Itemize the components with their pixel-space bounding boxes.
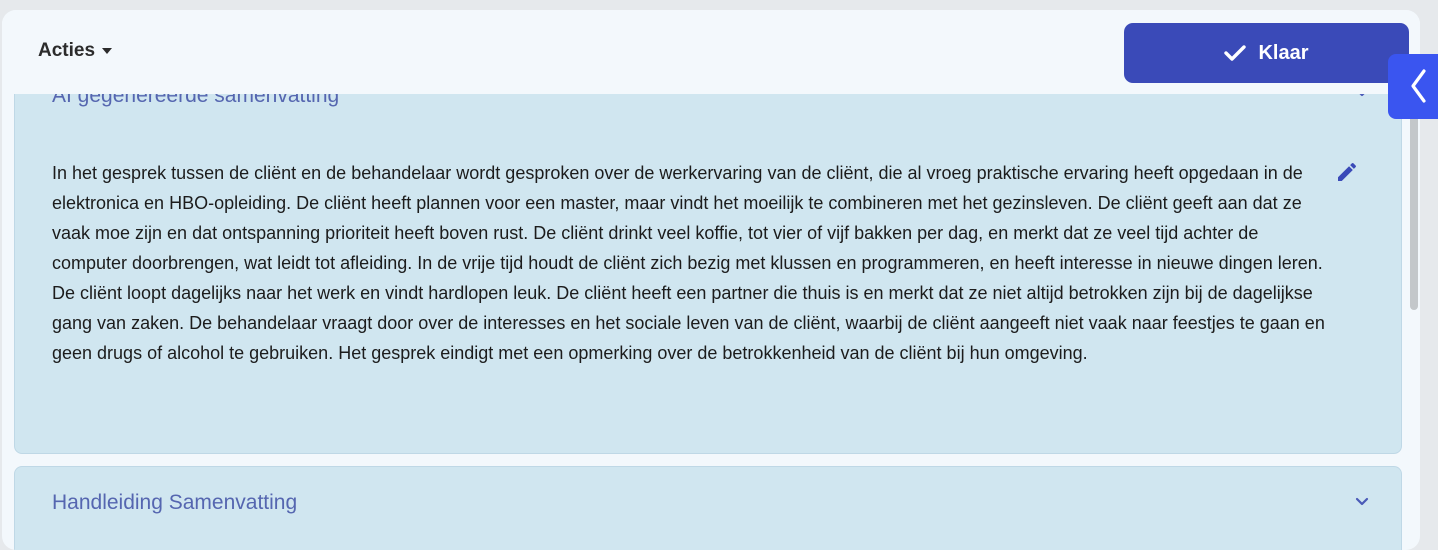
ai-summary-text: In het gesprek tussen de cliënt en de be…: [52, 163, 1325, 363]
pencil-icon[interactable]: [1335, 160, 1359, 184]
chevron-left-icon: [1411, 69, 1426, 103]
actions-dropdown[interactable]: Acties: [38, 40, 113, 62]
toolbar: Acties Klaar: [2, 10, 1420, 94]
chevron-down-icon[interactable]: [1355, 495, 1369, 509]
main-panel: AI gegenereerde samenvatting In het gesp…: [2, 10, 1420, 550]
manual-summary-title[interactable]: Handleiding Samenvatting: [52, 491, 297, 515]
done-label: Klaar: [1258, 41, 1309, 64]
actions-label: Acties: [38, 40, 96, 61]
side-panel-toggle[interactable]: [1388, 54, 1438, 119]
manual-summary-card: Handleiding Samenvatting: [14, 466, 1402, 550]
ai-summary-card: AI gegenereerde samenvatting In het gesp…: [14, 40, 1402, 454]
caret-down-icon: [102, 48, 113, 54]
check-icon: [1224, 45, 1247, 61]
done-button[interactable]: Klaar: [1124, 23, 1409, 83]
